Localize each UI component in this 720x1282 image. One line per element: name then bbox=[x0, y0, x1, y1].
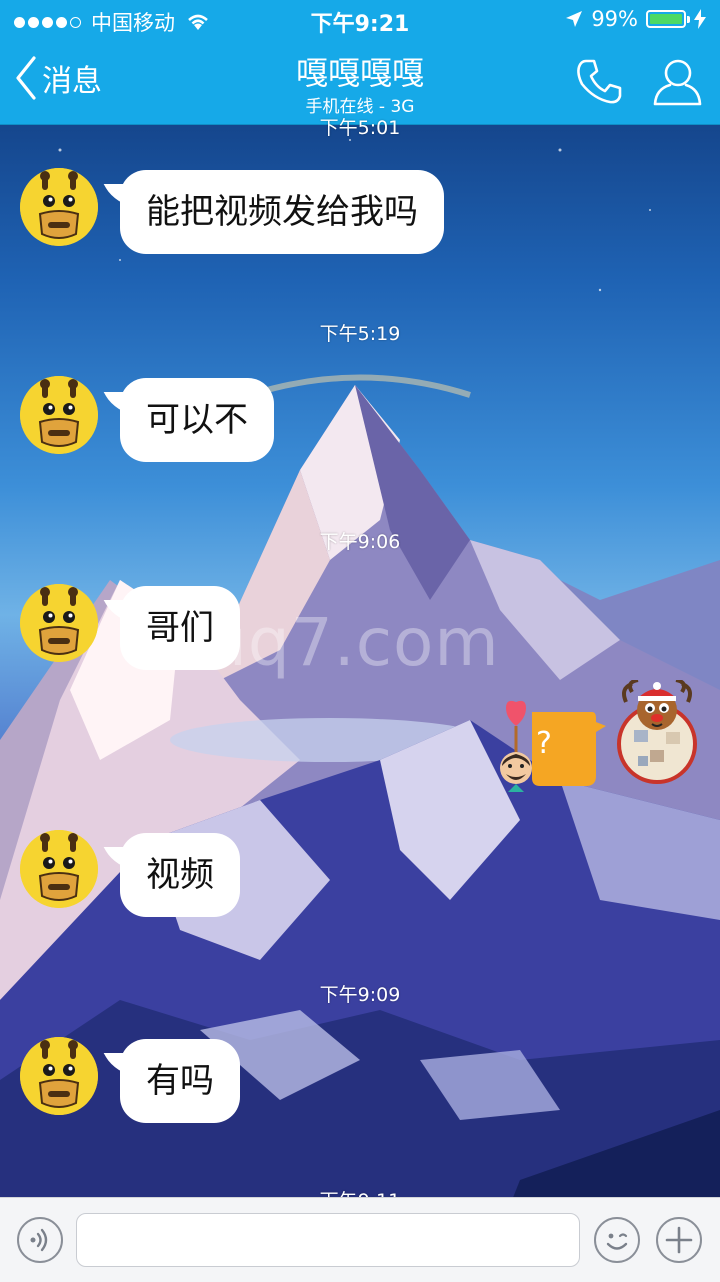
giraffe-avatar-icon bbox=[20, 1037, 98, 1115]
voice-button[interactable] bbox=[17, 1217, 63, 1263]
phone-icon bbox=[577, 59, 622, 104]
message-timestamp: 下午9:09 bbox=[319, 984, 401, 1006]
friend-avatar[interactable] bbox=[20, 1037, 98, 1115]
giraffe-avatar-icon bbox=[20, 168, 98, 246]
watermark-text: uq7.com bbox=[205, 604, 500, 681]
message-bubble[interactable]: 可以不 bbox=[120, 378, 274, 462]
reindeer-avatar-icon bbox=[617, 678, 697, 784]
sticker-question-mark: ? bbox=[536, 726, 552, 761]
voice-icon bbox=[30, 1228, 48, 1252]
giraffe-avatar-icon bbox=[20, 830, 98, 908]
sticker-message[interactable]: ? bbox=[496, 696, 606, 792]
input-bar bbox=[0, 1197, 720, 1282]
emoji-icon bbox=[606, 1233, 628, 1250]
friend-avatar[interactable] bbox=[20, 168, 98, 246]
profile-icon bbox=[653, 59, 702, 106]
plus-icon bbox=[665, 1226, 693, 1254]
battery-level-fill bbox=[650, 14, 682, 24]
battery-icon bbox=[646, 10, 690, 28]
friend-avatar[interactable] bbox=[20, 376, 98, 454]
message-bubble[interactable]: 哥们 bbox=[120, 586, 240, 670]
giraffe-avatar-icon bbox=[20, 376, 98, 454]
message-timestamp: 下午5:19 bbox=[319, 323, 401, 345]
my-avatar[interactable] bbox=[616, 678, 698, 790]
profile-button[interactable] bbox=[652, 56, 704, 112]
emoji-button[interactable] bbox=[594, 1217, 640, 1263]
status-right: 99% bbox=[565, 7, 706, 31]
message-bubble[interactable]: 能把视频发给我吗 bbox=[120, 170, 444, 254]
call-button[interactable] bbox=[574, 56, 624, 110]
message-bubble[interactable]: 有吗 bbox=[120, 1039, 240, 1123]
message-timestamp: 下午9:06 bbox=[319, 531, 401, 553]
friend-avatar[interactable] bbox=[20, 830, 98, 908]
battery-tip bbox=[687, 16, 690, 23]
message-timestamp: 下午5:01 bbox=[319, 117, 401, 139]
battery-percent: 99% bbox=[591, 7, 638, 31]
message-input[interactable] bbox=[76, 1213, 580, 1267]
more-actions-button[interactable] bbox=[656, 1217, 702, 1263]
status-bar: 中国移动 下午9:21 99% bbox=[0, 0, 720, 40]
message-bubble[interactable]: 视频 bbox=[120, 833, 240, 917]
location-arrow-icon bbox=[566, 11, 583, 27]
charging-bolt-icon bbox=[694, 9, 706, 29]
giraffe-avatar-icon bbox=[20, 584, 98, 662]
friend-avatar[interactable] bbox=[20, 584, 98, 662]
